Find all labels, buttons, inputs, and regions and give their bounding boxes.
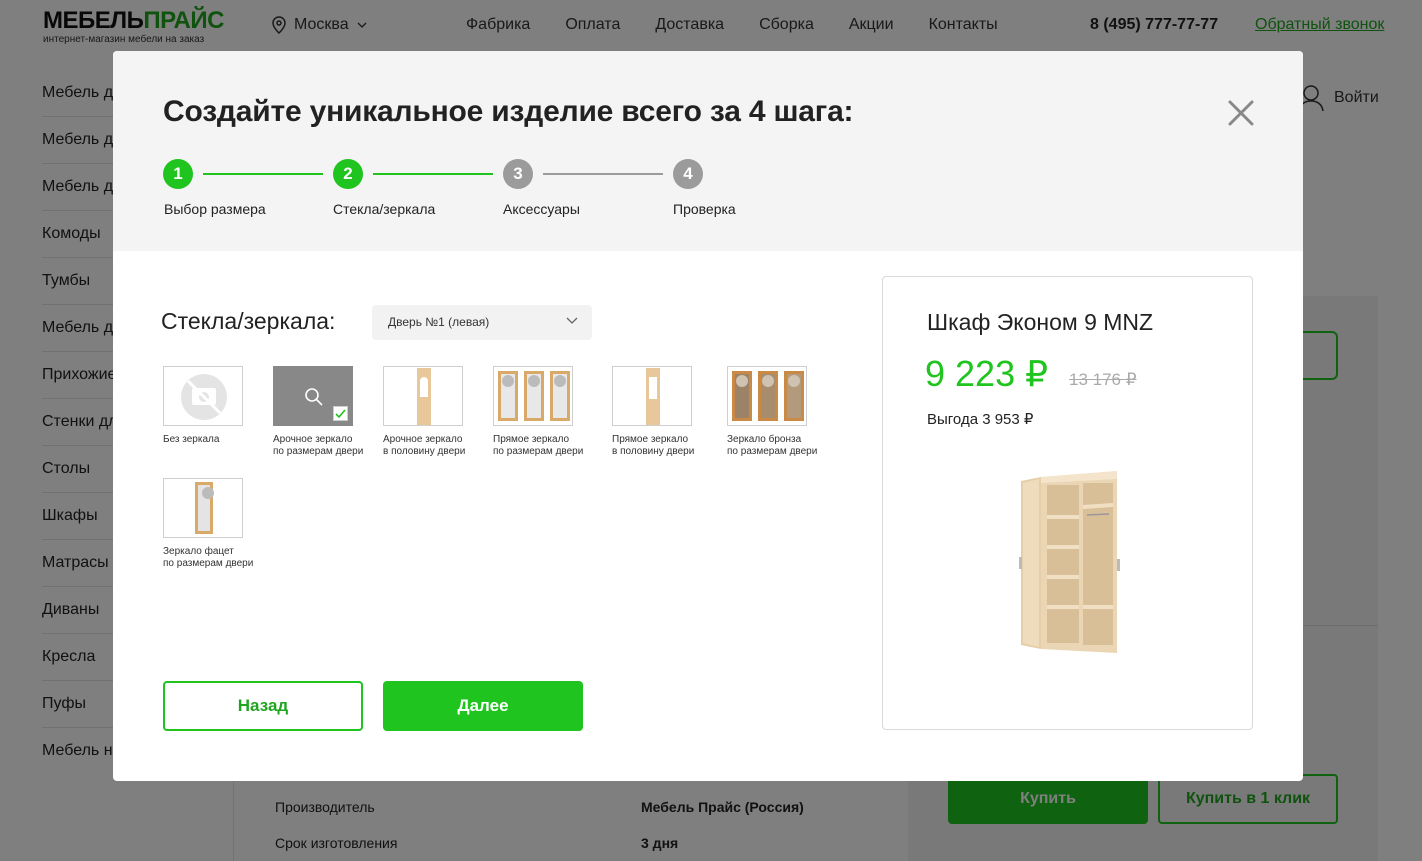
mirror-facet-image	[195, 482, 214, 534]
option-label: Арочное зеркало по размерам двери	[273, 434, 364, 457]
wardrobe-image	[1019, 471, 1120, 653]
mirror-option-straight-half[interactable]: Прямое зеркало в половину двери	[612, 366, 732, 458]
option-thumbnail	[273, 366, 353, 426]
selected-check	[333, 406, 348, 421]
chevron-down-icon	[566, 317, 578, 324]
mirror-option-none[interactable]: Без зеркала	[163, 366, 283, 446]
step-connector	[373, 173, 493, 175]
next-button[interactable]: Далее	[383, 681, 583, 731]
step-connector	[543, 173, 663, 175]
door-arch-half-image	[417, 368, 431, 425]
step-1-circle: 1	[163, 159, 193, 189]
option-label: Прямое зеркало по размерам двери	[493, 434, 584, 457]
mirror-option-straight-full[interactable]: Прямое зеркало по размерам двери	[493, 366, 613, 458]
option-label: Без зеркала	[163, 434, 220, 445]
no-photo-icon	[181, 374, 227, 420]
product-saving: Выгода 3 953 ₽	[927, 411, 1034, 428]
back-button[interactable]: Назад	[163, 681, 363, 731]
option-thumbnail	[727, 366, 807, 426]
mirror-option-arch-half[interactable]: Арочное зеркало в половину двери	[383, 366, 503, 458]
stepper: 1 2 3 4 Выбор размера Стекла/зеркала Акс…	[163, 159, 863, 229]
mirror-straight-full-image	[498, 371, 570, 421]
option-label: Арочное зеркало в половину двери	[383, 434, 466, 457]
step-connector	[203, 173, 323, 175]
mirror-bronze-image	[732, 371, 804, 421]
product-summary-card: Шкаф Эконом 9 MNZ 9 223 ₽ 13 176 ₽ Выгод…	[882, 276, 1253, 730]
modal-header: Создайте уникальное изделие всего за 4 ш…	[113, 51, 1303, 251]
mirror-option-facet[interactable]: Зеркало фацет по размерам двери	[163, 478, 283, 570]
mirror-option-arch-full[interactable]: Арочное зеркало по размерам двери	[273, 366, 393, 458]
modal-title: Создайте уникальное изделие всего за 4 ш…	[163, 95, 854, 128]
option-label: Зеркало фацет по размерам двери	[163, 546, 254, 569]
product-old-price: 13 176 ₽	[1069, 370, 1137, 389]
step-3-label: Аксессуары	[503, 201, 580, 217]
product-name: Шкаф Эконом 9 MNZ	[927, 309, 1154, 335]
section-title: Стекла/зеркала:	[161, 308, 336, 334]
option-label: Зеркало бронза по размерам двери	[727, 434, 818, 457]
option-thumbnail	[493, 366, 573, 426]
option-label: Прямое зеркало в половину двери	[612, 434, 695, 457]
door-select-value: Дверь №1 (левая)	[388, 315, 490, 329]
close-icon[interactable]	[1227, 99, 1255, 127]
step-1-label: Выбор размера	[164, 201, 266, 217]
option-thumbnail	[383, 366, 463, 426]
option-thumbnail	[163, 366, 243, 426]
step-3-circle: 3	[503, 159, 533, 189]
product-price: 9 223 ₽	[925, 353, 1048, 394]
step-2-label: Стекла/зеркала	[333, 201, 436, 217]
option-thumbnail	[612, 366, 692, 426]
checkmark-icon	[335, 409, 346, 419]
door-straight-half-image	[646, 368, 660, 425]
constructor-modal: Создайте уникальное изделие всего за 4 ш…	[113, 51, 1303, 781]
door-select[interactable]: Дверь №1 (левая)	[372, 305, 592, 340]
mirror-option-bronze[interactable]: Зеркало бронза по размерам двери	[727, 366, 847, 458]
option-thumbnail	[163, 478, 243, 538]
step-2-circle: 2	[333, 159, 363, 189]
step-4-circle: 4	[673, 159, 703, 189]
step-4-label: Проверка	[673, 201, 736, 217]
